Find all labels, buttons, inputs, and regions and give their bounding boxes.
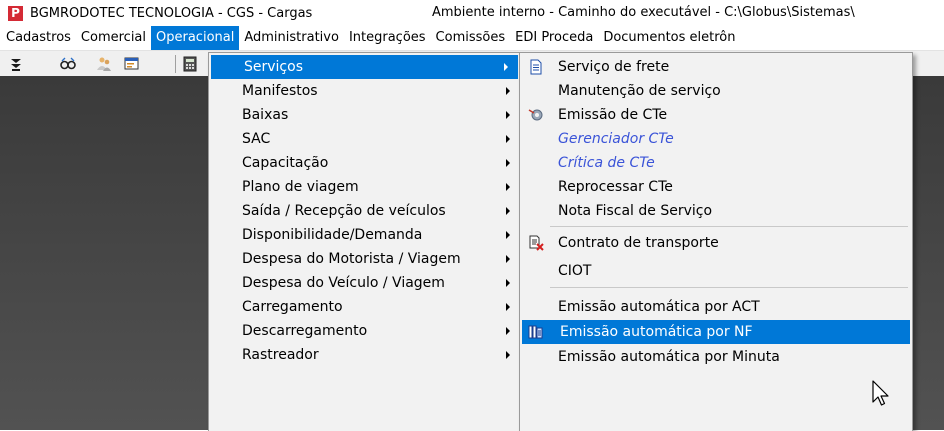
menu-item-servicos[interactable]: Serviços xyxy=(211,55,518,79)
menu-item-label: Saída / Recepção de veículos xyxy=(242,203,446,219)
menu-item-servico-de-frete[interactable]: Serviço de frete xyxy=(520,55,912,79)
window-environment-info: Ambiente interno - Caminho do executável… xyxy=(432,5,855,20)
menu-item-label: Capacitação xyxy=(242,155,329,171)
menu-item-label: Emissão automática por ACT xyxy=(558,299,760,315)
menu-item-label: Descarregamento xyxy=(242,323,368,339)
menu-item-label: Plano de viagem xyxy=(242,179,359,195)
menu-item-label: Contrato de transporte xyxy=(558,235,719,251)
menu-item-label: Serviço de frete xyxy=(558,59,670,75)
menu-item-rastreador[interactable]: Rastreador xyxy=(209,343,520,367)
people-icon[interactable] xyxy=(96,56,112,72)
window-icon[interactable] xyxy=(124,56,140,72)
menu-item-plano-de-viagem[interactable]: Plano de viagem xyxy=(209,175,520,199)
menu-item-label: Disponibilidade/Demanda xyxy=(242,227,423,243)
menu-item-baixas[interactable]: Baixas xyxy=(209,103,520,127)
books-icon xyxy=(528,325,543,339)
menu-item-descarregamento[interactable]: Descarregamento xyxy=(209,319,520,343)
menu-item-label: Crítica de CTe xyxy=(558,155,655,171)
menu-item-emissao-automatica-nf[interactable]: Emissão automática por NF xyxy=(522,320,910,344)
glasses-icon[interactable] xyxy=(60,56,76,72)
menu-item-contrato-de-transporte[interactable]: Contrato de transporte xyxy=(520,231,912,255)
menu-separator xyxy=(550,226,908,227)
menu-bar: Cadastros Comercial Operacional Administ… xyxy=(0,26,944,50)
submenu-arrow-icon xyxy=(506,87,510,95)
menu-item-despesa-motorista-viagem[interactable]: Despesa do Motorista / Viagem xyxy=(209,247,520,271)
submenu-arrow-icon xyxy=(506,279,510,287)
window-title: BGMRODOTEC TECNOLOGIA - CGS - Cargas xyxy=(30,5,313,21)
submenu-arrow-icon xyxy=(506,255,510,263)
menu-item-reprocessar-cte[interactable]: Reprocessar CTe xyxy=(520,175,912,199)
menu-item-label: Baixas xyxy=(242,107,289,123)
menu-item-critica-de-cte[interactable]: Crítica de CTe xyxy=(520,151,912,175)
operacional-dropdown: Serviços Manifestos Baixas SAC Capacitaç… xyxy=(208,52,521,431)
menu-item-label: CIOT xyxy=(558,263,592,279)
menu-item-disponibilidade-demanda[interactable]: Disponibilidade/Demanda xyxy=(209,223,520,247)
servicos-submenu: Serviço de frete Manutenção de serviço E… xyxy=(519,52,913,431)
document-icon xyxy=(530,59,542,75)
menu-item-label: Despesa do Motorista / Viagem xyxy=(242,251,461,267)
submenu-arrow-icon xyxy=(506,135,510,143)
menu-documentos-eletronicos[interactable]: Documentos eletrôn xyxy=(598,26,740,50)
submenu-arrow-icon xyxy=(506,111,510,119)
submenu-arrow-icon xyxy=(504,63,508,71)
submenu-arrow-icon xyxy=(506,207,510,215)
menu-comissoes[interactable]: Comissões xyxy=(431,26,511,50)
menu-integracoes[interactable]: Integrações xyxy=(344,26,431,50)
menu-item-label: Manutenção de serviço xyxy=(558,83,721,99)
submenu-arrow-icon xyxy=(506,303,510,311)
menu-item-label: Emissão de CTe xyxy=(558,107,668,123)
menu-item-emissao-automatica-act[interactable]: Emissão automática por ACT xyxy=(520,295,912,319)
menu-item-label: Emissão automática por Minuta xyxy=(558,349,780,365)
menu-operacional[interactable]: Operacional xyxy=(151,26,240,50)
menu-administrativo[interactable]: Administrativo xyxy=(239,26,344,50)
submenu-arrow-icon xyxy=(506,351,510,359)
menu-item-ciot[interactable]: CIOT xyxy=(520,259,912,283)
mouse-cursor-icon xyxy=(872,380,889,406)
menu-item-saida-recepcao-veiculos[interactable]: Saída / Recepção de veículos xyxy=(209,199,520,223)
menu-item-sac[interactable]: SAC xyxy=(209,127,520,151)
contract-icon xyxy=(529,235,544,251)
menu-item-label: Despesa do Veículo / Viagem xyxy=(242,275,445,291)
submenu-arrow-icon xyxy=(506,159,510,167)
menu-separator xyxy=(550,287,908,288)
toolbar-separator xyxy=(175,55,176,73)
calculator-icon[interactable] xyxy=(182,56,198,72)
menu-item-label: Manifestos xyxy=(242,83,318,99)
menu-comercial[interactable]: Comercial xyxy=(76,26,151,50)
menu-edi-proceda[interactable]: EDI Proceda xyxy=(510,26,598,50)
menu-item-label: SAC xyxy=(242,131,271,147)
menu-item-nota-fiscal-de-servico[interactable]: Nota Fiscal de Serviço xyxy=(520,199,912,223)
submenu-arrow-icon xyxy=(506,327,510,335)
submenu-arrow-icon xyxy=(506,231,510,239)
menu-item-emissao-automatica-minuta[interactable]: Emissão automática por Minuta xyxy=(520,345,912,369)
menu-item-despesa-veiculo-viagem[interactable]: Despesa do Veículo / Viagem xyxy=(209,271,520,295)
menu-item-manifestos[interactable]: Manifestos xyxy=(209,79,520,103)
submenu-arrow-icon xyxy=(506,183,510,191)
menu-item-carregamento[interactable]: Carregamento xyxy=(209,295,520,319)
menu-item-gerenciador-cte[interactable]: Gerenciador CTe xyxy=(520,127,912,151)
gear-icon xyxy=(528,109,543,121)
menu-item-label: Emissão automática por NF xyxy=(560,324,753,340)
menu-item-label: Nota Fiscal de Serviço xyxy=(558,203,713,219)
menu-cadastros[interactable]: Cadastros xyxy=(0,26,76,50)
menu-item-emissao-de-cte[interactable]: Emissão de CTe xyxy=(520,103,912,127)
menu-item-label: Carregamento xyxy=(242,299,343,315)
app-icon: P xyxy=(8,5,23,21)
menu-item-label: Gerenciador CTe xyxy=(558,131,674,147)
menu-item-label: Serviços xyxy=(244,59,303,75)
menu-item-label: Rastreador xyxy=(242,347,319,363)
download-arrows-icon[interactable] xyxy=(8,56,24,72)
menu-item-label: Reprocessar CTe xyxy=(558,179,673,195)
title-bar: P BGMRODOTEC TECNOLOGIA - CGS - Cargas A… xyxy=(0,0,944,26)
menu-item-manutencao-de-servico[interactable]: Manutenção de serviço xyxy=(520,79,912,103)
menu-item-capacitacao[interactable]: Capacitação xyxy=(209,151,520,175)
